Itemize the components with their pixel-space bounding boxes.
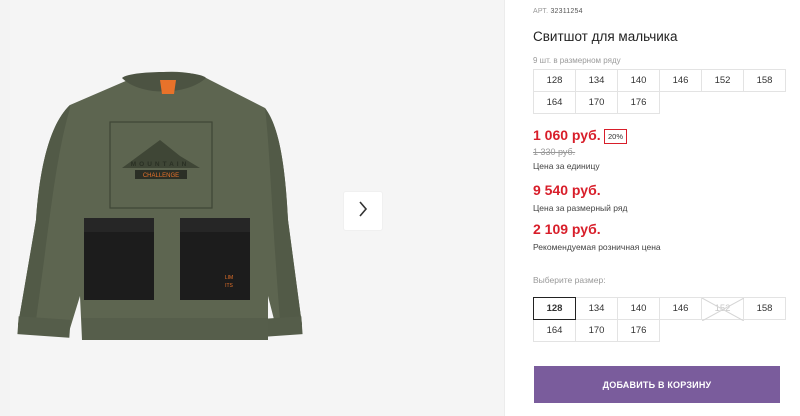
size-range-cell: 134 — [575, 69, 618, 92]
size-range-cell: 152 — [701, 69, 744, 92]
strike-icon — [702, 298, 744, 321]
size-range-cell: 128 — [533, 69, 576, 92]
chevron-right-icon — [358, 200, 368, 222]
patch-bottom: ITS — [225, 283, 233, 289]
size-option[interactable]: 146 — [659, 297, 702, 320]
size-option[interactable]: 134 — [575, 297, 618, 320]
retail-price: 2 109 руб. — [533, 221, 601, 237]
gallery-divider — [504, 0, 505, 416]
size-option[interactable]: 164 — [533, 319, 576, 342]
article-code: АРТ. 32311254 — [533, 8, 583, 15]
product-title: Свитшот для мальчика — [533, 29, 678, 44]
size-range-cell: 176 — [617, 91, 660, 114]
size-option[interactable]: 140 — [617, 297, 660, 320]
product-gallery: MOUNTAIN CHALLENGE LIM ITS — [0, 0, 506, 416]
unit-price-label: Цена за единицу — [533, 161, 600, 171]
size-range-cell: 170 — [575, 91, 618, 114]
product-info: АРТ. 32311254 Свитшот для мальчика 9 шт.… — [533, 0, 793, 416]
old-price: 1 330 руб. — [533, 147, 576, 157]
size-range-cell: 146 — [659, 69, 702, 92]
size-range-cell: 158 — [743, 69, 786, 92]
article-label: АРТ. — [533, 8, 549, 15]
product-photo[interactable]: MOUNTAIN CHALLENGE LIM ITS — [10, 0, 504, 416]
retail-price-label: Рекомендуемая розничная цена — [533, 242, 661, 252]
size-range-caption: 9 шт. в размерном ряду — [533, 56, 621, 65]
gallery-edge — [0, 0, 10, 416]
print-word: MOUNTAIN — [131, 161, 190, 168]
patch-top: LIM — [225, 275, 233, 281]
range-price: 9 540 руб. — [533, 182, 601, 198]
range-price-label: Цена за размерный ряд — [533, 203, 628, 213]
article-number: 32311254 — [550, 8, 583, 15]
discount-badge: 20% — [604, 129, 628, 144]
sweatshirt-image: MOUNTAIN CHALLENGE LIM ITS — [17, 71, 303, 340]
size-range-cell: 140 — [617, 69, 660, 92]
print-badge: CHALLENGE — [143, 173, 179, 179]
size-selector: 128 134 140 146 152 158 164 170 176 — [533, 297, 786, 342]
size-option-unavailable: 152 — [701, 297, 744, 321]
size-range-cell: 164 — [533, 91, 576, 114]
size-option[interactable]: 170 — [575, 319, 618, 342]
size-option[interactable]: 158 — [743, 297, 786, 320]
size-option-selected[interactable]: 128 — [533, 297, 576, 320]
size-range-grid: 128 134 140 146 152 158 164 170 176 — [533, 69, 786, 114]
choose-size-caption: Выберите размер: — [533, 275, 606, 285]
unit-price: 1 060 руб. — [533, 127, 601, 143]
add-to-cart-button[interactable]: ДОБАВИТЬ В КОРЗИНУ — [534, 366, 780, 403]
size-option[interactable]: 176 — [617, 319, 660, 342]
gallery-next-button[interactable] — [344, 192, 382, 230]
